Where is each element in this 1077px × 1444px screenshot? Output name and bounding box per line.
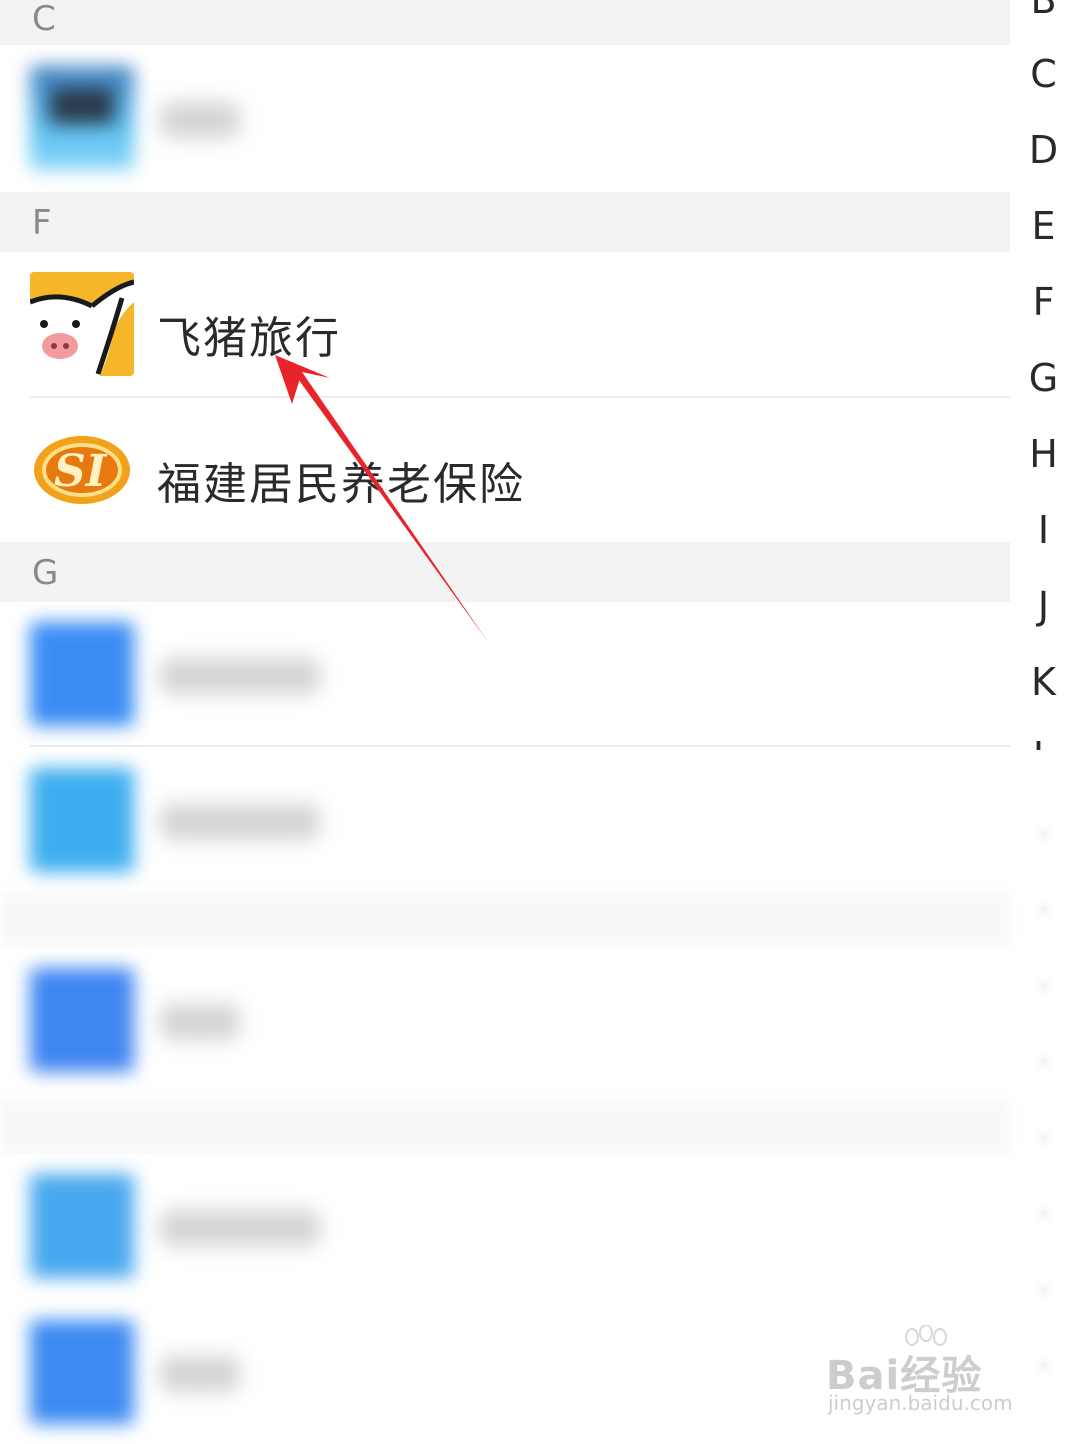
index-letter-l[interactable]: L bbox=[1010, 734, 1077, 750]
section-header-blurred bbox=[0, 892, 1010, 948]
list-item-blurred-g1[interactable] bbox=[0, 602, 1010, 746]
list-item-blurred-g2[interactable] bbox=[0, 748, 1010, 892]
blurred-app-name bbox=[160, 102, 240, 138]
app-name-feizhu: 飞猪旅行 bbox=[157, 313, 341, 364]
blurred-app-icon bbox=[30, 768, 134, 872]
app-list: C F 飞猪旅行 SI 福建居民养老保险 G bbox=[0, 0, 1010, 1444]
list-item-fujian-pension[interactable]: SI 福建居民养老保险 bbox=[0, 398, 1010, 542]
list-item-feizhu[interactable]: 飞猪旅行 bbox=[0, 252, 1010, 396]
list-item-blurred-3[interactable] bbox=[0, 948, 1010, 1092]
index-letter-blurred[interactable]: · bbox=[1010, 1116, 1077, 1160]
blurred-app-name bbox=[160, 1004, 240, 1040]
index-letter-h[interactable]: H bbox=[1010, 432, 1077, 476]
index-letter-g[interactable]: G bbox=[1010, 356, 1077, 400]
index-letter-f[interactable]: F bbox=[1010, 280, 1077, 324]
index-letter-blurred[interactable]: · bbox=[1010, 964, 1077, 1008]
blurred-app-name bbox=[160, 658, 320, 694]
section-letter: G bbox=[32, 553, 59, 593]
index-letter-d[interactable]: D bbox=[1010, 128, 1077, 172]
section-header-c: C bbox=[0, 0, 1010, 45]
section-header-blurred bbox=[0, 1098, 1010, 1154]
index-letter-blurred[interactable]: · bbox=[1010, 1192, 1077, 1236]
index-letter-blurred[interactable]: · bbox=[1010, 1268, 1077, 1312]
blurred-app-name bbox=[160, 1210, 320, 1246]
blurred-app-icon bbox=[30, 1320, 134, 1424]
section-letter: F bbox=[32, 203, 52, 243]
list-item-blurred-4[interactable] bbox=[0, 1154, 1010, 1298]
section-header-f: F bbox=[0, 192, 1010, 252]
blurred-app-icon bbox=[30, 622, 134, 726]
blurred-app-icon bbox=[30, 66, 134, 170]
baidu-jingyan-watermark: Bai经验 jingyan.baidu.com bbox=[826, 1325, 1026, 1420]
social-insurance-si-icon: SI bbox=[30, 418, 134, 522]
feizhu-pig-icon bbox=[30, 272, 134, 376]
index-letter-e[interactable]: E bbox=[1010, 204, 1077, 248]
index-letter-blurred[interactable]: · bbox=[1010, 812, 1077, 856]
section-letter: C bbox=[32, 0, 56, 39]
blurred-app-name bbox=[160, 1356, 240, 1392]
index-letter-k[interactable]: K bbox=[1010, 660, 1077, 704]
app-name-fujian-pension: 福建居民养老保险 bbox=[157, 459, 525, 510]
blurred-app-name bbox=[160, 804, 320, 840]
list-item-blurred-c[interactable] bbox=[0, 50, 1010, 192]
section-header-g: G bbox=[0, 542, 1010, 602]
alphabet-index-bar[interactable]: B C D E F G H I J K L · · · · · · · · bbox=[1010, 0, 1077, 1440]
blurred-app-icon bbox=[30, 1174, 134, 1278]
index-letter-blurred[interactable]: · bbox=[1010, 888, 1077, 932]
watermark-url: jingyan.baidu.com bbox=[828, 1391, 1013, 1415]
index-letter-c[interactable]: C bbox=[1010, 52, 1077, 96]
index-letter-i[interactable]: I bbox=[1010, 508, 1077, 552]
index-letter-j[interactable]: J bbox=[1010, 584, 1077, 628]
row-divider bbox=[30, 745, 1010, 747]
blurred-app-icon bbox=[30, 968, 134, 1072]
index-letter-blurred[interactable]: · bbox=[1010, 1040, 1077, 1084]
index-letter-b[interactable]: B bbox=[1010, 0, 1077, 22]
svg-text:SI: SI bbox=[54, 446, 108, 497]
